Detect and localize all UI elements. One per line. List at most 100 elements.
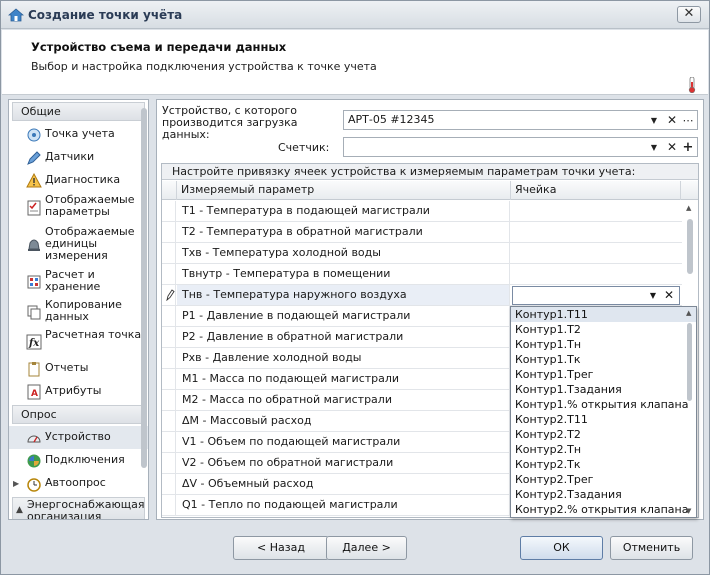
device-select[interactable]: АРТ-05 #12345 ▼ ✕ ⋯ [343, 110, 698, 130]
device-label: Устройство, с которого производится загр… [162, 104, 298, 141]
nav-item-diagnostics[interactable]: Диагностика [9, 169, 148, 192]
close-button[interactable]: ✕ [677, 6, 701, 23]
param-cell[interactable]: T1 - Температура в подающей магистрали [177, 201, 510, 221]
scroll-down-icon[interactable]: ▼ [686, 507, 691, 515]
cell-value[interactable] [511, 243, 682, 263]
clear-icon[interactable]: ✕ [662, 287, 676, 304]
pencil-icon [27, 150, 41, 165]
table-row[interactable]: Твнутр - Температура в помещении [162, 264, 682, 285]
thermometer-icon [688, 77, 696, 93]
nav-item-copy-data[interactable]: Копирование данных [9, 297, 148, 327]
param-cell[interactable]: T2 - Температура в обратной магистрали [177, 222, 510, 242]
list-item[interactable]: Контур1.Тзадания [511, 382, 696, 397]
checklist-icon [27, 200, 41, 215]
table-row[interactable]: T2 - Температура в обратной магистрали [162, 222, 682, 243]
cell-value[interactable] [511, 264, 682, 284]
scroll-up-icon[interactable]: ▲ [686, 204, 691, 212]
list-item[interactable]: Контур2.Т2 [511, 427, 696, 442]
cell-value[interactable] [511, 201, 682, 221]
nav-item-point[interactable]: Точка учета [9, 123, 148, 146]
more-icon[interactable]: ⋯ [681, 112, 695, 129]
param-cell[interactable]: M2 - Масса по обратной магистрали [177, 390, 510, 410]
param-cell[interactable]: Рхв - Давление холодной воды [177, 348, 510, 368]
param-cell[interactable]: M1 - Масса по подающей магистрали [177, 369, 510, 389]
dropdown-arrow-icon[interactable]: ▼ [647, 112, 661, 129]
nav-item-reports[interactable]: Отчеты [9, 357, 148, 380]
nav-group-polling[interactable]: Опрос [12, 405, 145, 424]
param-cell[interactable]: P2 - Давление в обратной магистрали [177, 327, 510, 347]
list-item[interactable]: Контур1.Т2 [511, 322, 696, 337]
cell-value[interactable] [511, 222, 682, 242]
nav-item-connections[interactable]: Подключения [9, 449, 148, 472]
cell-combo-editor[interactable]: ▼ ✕ [512, 286, 680, 305]
connections-icon [27, 454, 41, 467]
list-item[interactable]: Контур2.Тн [511, 442, 696, 457]
title-bar[interactable]: Создание точки учёта ✕ [1, 1, 709, 29]
table-row[interactable]: Тнв - Температура наружного воздуха ▼ ✕ [162, 285, 682, 306]
cancel-button[interactable]: Отменить [610, 536, 693, 560]
svg-text:fx: fx [28, 338, 40, 349]
counter-select[interactable]: ▼ ✕ + [343, 137, 698, 157]
add-icon[interactable]: + [681, 139, 695, 156]
list-item[interactable]: Контур1.Тн [511, 337, 696, 352]
nav-item-autopoll[interactable]: ▶ Автоопрос [9, 472, 148, 495]
scroll-up-icon[interactable]: ▲ [686, 309, 691, 317]
list-item[interactable]: Контур2.Тк [511, 457, 696, 472]
cell-value[interactable]: ▼ ✕ [511, 285, 682, 305]
list-item[interactable]: Контур1.Т11 [511, 307, 696, 322]
nav-group-energy-org[interactable]: ▲ Энергоснабжающая организация [12, 497, 145, 519]
list-item[interactable]: Контур1.% открытия клапана [511, 397, 696, 412]
scroll-thumb[interactable] [687, 219, 693, 274]
nav-item-display-params[interactable]: Отображаемые параметры [9, 192, 148, 223]
list-item[interactable]: Контур2.% открытия клапана [511, 502, 696, 517]
header-subtitle: Выбор и настройка подключения устройства… [31, 60, 377, 73]
col-header-cell[interactable]: Ячейка [511, 181, 681, 200]
nav-item-label: Отображаемые параметры [45, 193, 135, 218]
location-icon [27, 128, 41, 141]
table-row[interactable]: T1 - Температура в подающей магистрали [162, 201, 682, 222]
param-cell[interactable]: P1 - Давление в подающей магистрали [177, 306, 510, 326]
param-cell[interactable]: Тхв - Температура холодной воды [177, 243, 510, 263]
nav-item-sensors[interactable]: Датчики [9, 146, 148, 169]
next-button[interactable]: Далее > [326, 536, 407, 560]
param-cell[interactable]: ΔV - Объемный расход [177, 474, 510, 494]
list-item[interactable]: Контур1.Тк [511, 352, 696, 367]
col-header-param[interactable]: Измеряемый параметр [177, 181, 511, 200]
nav-item-device[interactable]: Устройство [9, 426, 148, 449]
row-indicator [162, 432, 176, 452]
nav-item-attributes[interactable]: A Атрибуты [9, 380, 148, 403]
nav-group-general[interactable]: Общие [12, 102, 145, 121]
dialog-window: Создание точки учёта ✕ Устройство съема … [0, 0, 710, 575]
param-cell[interactable]: ΔM - Массовый расход [177, 411, 510, 431]
list-item[interactable]: Контур2.Т11 [511, 412, 696, 427]
row-indicator-header [162, 181, 177, 200]
ok-button[interactable]: ОК [520, 536, 603, 560]
param-cell[interactable]: V1 - Объем по подающей магистрали [177, 432, 510, 452]
dropdown-scrollbar[interactable]: ▲ ▼ [684, 308, 695, 516]
row-indicator [162, 201, 176, 221]
clear-icon[interactable]: ✕ [665, 139, 679, 156]
nav-scrollbar[interactable] [141, 108, 147, 468]
nav-item-calc-point[interactable]: fx Расчетная точка [9, 327, 148, 357]
nav-group-label: Общие [21, 105, 61, 118]
nav-item-calc-storage[interactable]: Расчет и хранение [9, 267, 148, 297]
dropdown-arrow-icon[interactable]: ▼ [647, 139, 661, 156]
dropdown-arrow-icon[interactable]: ▼ [646, 287, 660, 304]
list-item[interactable]: Контур1.Трег [511, 367, 696, 382]
list-item[interactable]: Контур2.Тзадания [511, 487, 696, 502]
param-cell[interactable]: V2 - Объем по обратной магистрали [177, 453, 510, 473]
window-title: Создание точки учёта [28, 8, 183, 22]
param-cell[interactable]: Тнв - Температура наружного воздуха [177, 285, 510, 305]
row-indicator [162, 327, 176, 347]
list-item[interactable]: Контур2.Трег [511, 472, 696, 487]
param-cell[interactable]: Q1 - Тепло по подающей магистрали [177, 495, 510, 515]
expand-arrow-icon[interactable]: ▶ [13, 478, 19, 490]
clear-icon[interactable]: ✕ [665, 112, 679, 129]
param-cell[interactable]: Твнутр - Температура в помещении [177, 264, 510, 284]
scroll-thumb[interactable] [687, 323, 692, 401]
nav-item-display-units[interactable]: Отображаемые единицы измерения [9, 223, 148, 267]
back-button[interactable]: < Назад [233, 536, 329, 560]
splitter[interactable] [151, 99, 155, 520]
table-row[interactable]: Тхв - Температура холодной воды [162, 243, 682, 264]
nav-item-label: Автоопрос [45, 476, 106, 489]
